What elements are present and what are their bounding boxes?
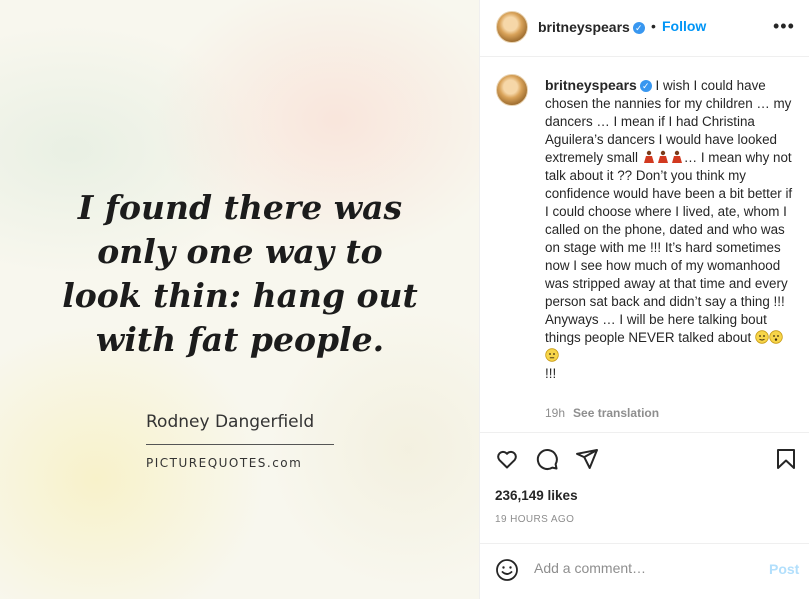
- comment-icon[interactable]: [535, 447, 559, 471]
- verified-badge-icon: ✓: [639, 80, 652, 93]
- caption-body-3: !!!: [545, 366, 557, 381]
- author-divider: [146, 444, 334, 445]
- more-options-icon[interactable]: •••: [773, 16, 795, 37]
- quote-author: Rodney Dangerfield: [146, 412, 315, 432]
- quote-line: only one way to: [97, 232, 383, 271]
- face-emoji-icon: [755, 330, 769, 344]
- quote-text: I found there was only one way to look t…: [20, 186, 460, 362]
- comment-input[interactable]: [534, 560, 754, 576]
- dancer-emoji-icon: [671, 150, 682, 163]
- see-translation-link[interactable]: See translation: [573, 406, 659, 420]
- section-divider: [480, 432, 809, 433]
- post-timestamp[interactable]: 19 HOURS AGO: [495, 514, 574, 525]
- bookmark-icon[interactable]: [774, 447, 798, 471]
- heart-icon[interactable]: [495, 447, 519, 471]
- quote-line: look thin: hang out: [62, 276, 418, 315]
- section-divider: [480, 543, 809, 544]
- avatar[interactable]: [496, 11, 528, 43]
- caption-username[interactable]: britneyspears: [545, 77, 637, 93]
- header-username[interactable]: britneyspears: [538, 19, 630, 35]
- watermark-brand: PICTUREQUOTES.com: [146, 456, 303, 470]
- post-header: britneyspears ✓ • Follow •••: [480, 0, 809, 57]
- dancer-emoji-icon: [657, 150, 668, 163]
- face-emoji-icon: [545, 348, 559, 362]
- follow-button[interactable]: Follow: [662, 18, 706, 34]
- post-sidebar: britneyspears ✓ • Follow ••• britneyspear…: [480, 0, 809, 599]
- caption-meta: 19h See translation: [545, 406, 659, 420]
- emoji-picker-icon[interactable]: [495, 558, 519, 582]
- post-image[interactable]: I found there was only one way to look t…: [0, 0, 480, 599]
- post-age[interactable]: 19h: [545, 406, 565, 420]
- likes-count[interactable]: 236,149 likes: [495, 488, 578, 503]
- quote-line: I found there was: [77, 188, 403, 227]
- avatar[interactable]: [496, 74, 528, 106]
- post-comment-button[interactable]: Post: [769, 561, 799, 577]
- caption-text: britneyspears ✓ I wish I could have chose…: [545, 76, 793, 383]
- header-username-group: britneyspears ✓: [538, 19, 645, 37]
- dancer-emoji-icon: [643, 150, 654, 163]
- face-emoji-icon: [769, 330, 783, 344]
- quote-line: with fat people.: [95, 320, 385, 359]
- separator-dot: •: [651, 18, 656, 34]
- verified-badge-icon: ✓: [632, 21, 645, 34]
- caption-body-2: … I mean why not talk about it ?? Don’t …: [545, 150, 793, 345]
- share-icon[interactable]: [575, 447, 599, 471]
